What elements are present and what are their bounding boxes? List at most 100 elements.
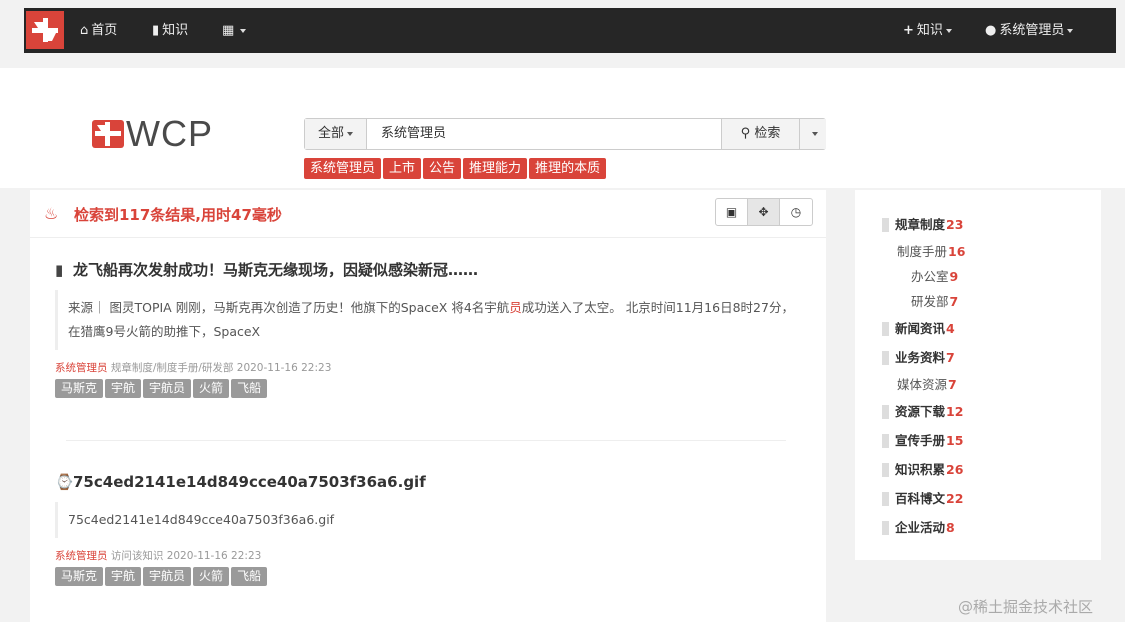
app-logo[interactable] bbox=[26, 11, 64, 49]
result-author[interactable]: 系统管理员 bbox=[55, 362, 108, 374]
clock-view-button[interactable]: ◷ bbox=[780, 199, 812, 225]
home-icon: ⌂ bbox=[80, 23, 89, 38]
result-tag[interactable]: 火箭 bbox=[193, 379, 230, 398]
category-name: 百科博文 bbox=[895, 491, 946, 506]
result-title: 龙飞船再次发射成功！马斯克无缘现场，因疑似感染新冠…… bbox=[73, 261, 479, 279]
category-name: 宣传手册 bbox=[895, 433, 946, 448]
nav-user-label: 系统管理员 bbox=[999, 23, 1065, 38]
category-name: 资源下载 bbox=[895, 404, 946, 419]
category-item[interactable]: 办公室9 bbox=[855, 264, 1101, 289]
results-summary: 检索到117条结果,用时47毫秒 bbox=[74, 206, 282, 224]
move-view-button[interactable]: ✥ bbox=[748, 199, 780, 225]
result-tag[interactable]: 马斯克 bbox=[55, 379, 104, 398]
result-meta: 系统管理员 访问该知识 2020-11-16 22:23 bbox=[55, 548, 815, 563]
category-item[interactable]: 企业活动8 bbox=[855, 513, 1101, 542]
category-marker bbox=[882, 491, 889, 506]
nav-apps-menu[interactable]: ▦ bbox=[222, 8, 247, 53]
result-item: ▮ 龙飞船再次发射成功！马斯克无缘现场，因疑似感染新冠…… 来源｜ 图灵TOPIA… bbox=[55, 258, 815, 398]
result-path[interactable]: 规章制度/制度手册/研发部 bbox=[111, 362, 234, 374]
top-navbar: ⌂ 首页 ▮ 知识 ▦ + 知识 ● 系统管理员 bbox=[24, 8, 1116, 53]
chevron-down-icon bbox=[811, 131, 818, 136]
result-tag[interactable]: 宇航 bbox=[105, 567, 142, 586]
clock-icon: ◷ bbox=[790, 205, 802, 219]
hot-tag[interactable]: 上市 bbox=[383, 158, 422, 179]
category-item[interactable]: 资源下载12 bbox=[855, 397, 1101, 426]
category-item[interactable]: 新闻资讯4 bbox=[855, 314, 1101, 343]
category-count: 7 bbox=[946, 350, 955, 365]
result-title: 75c4ed2141e14d849cce40a7503f36a6.gif bbox=[73, 473, 426, 491]
category-name: 新闻资讯 bbox=[895, 321, 946, 336]
category-count: 15 bbox=[946, 433, 964, 448]
result-tag[interactable]: 宇航 bbox=[105, 379, 142, 398]
category-count: 22 bbox=[946, 491, 964, 506]
category-item[interactable]: 宣传手册15 bbox=[855, 426, 1101, 455]
category-marker bbox=[882, 350, 889, 365]
category-item[interactable]: 媒体资源7 bbox=[855, 372, 1101, 397]
category-name: 办公室 bbox=[911, 269, 949, 284]
results-header: ♨ 检索到117条结果,用时47毫秒 ▣ ✥ ◷ bbox=[30, 190, 826, 238]
category-marker bbox=[882, 433, 889, 448]
category-name: 规章制度 bbox=[895, 217, 946, 232]
result-tag[interactable]: 宇航员 bbox=[143, 379, 192, 398]
result-tag[interactable]: 马斯克 bbox=[55, 567, 104, 586]
search-input[interactable] bbox=[367, 119, 721, 149]
hot-tag[interactable]: 推理的本质 bbox=[529, 158, 607, 179]
hot-tag[interactable]: 公告 bbox=[423, 158, 462, 179]
nav-user-menu[interactable]: ● 系统管理员 bbox=[985, 8, 1074, 53]
search-scope-dropdown[interactable]: 全部 bbox=[305, 119, 367, 149]
result-tag[interactable]: 飞船 bbox=[231, 567, 268, 586]
nav-home-label: 首页 bbox=[91, 23, 118, 38]
nav-knowledge[interactable]: ▮ 知识 bbox=[152, 8, 188, 53]
view-mode-toggle: ▣ ✥ ◷ bbox=[715, 198, 813, 226]
category-item[interactable]: 制度手册16 bbox=[855, 239, 1101, 264]
category-marker bbox=[882, 321, 889, 336]
category-item[interactable]: 知识积累26 bbox=[855, 455, 1101, 484]
result-tags: 马斯克 宇航 宇航员 火箭 飞船 bbox=[55, 379, 815, 398]
book-icon: ▮ bbox=[152, 23, 160, 38]
category-count: 16 bbox=[948, 244, 966, 259]
category-count: 7 bbox=[948, 377, 957, 392]
image-view-button[interactable]: ▣ bbox=[716, 199, 748, 225]
result-title-link[interactable]: ⌚75c4ed2141e14d849cce40a7503f36a6.gif bbox=[55, 470, 815, 494]
document-icon: ▮ bbox=[55, 261, 64, 279]
result-time: 2020-11-16 22:23 bbox=[166, 550, 262, 562]
category-sidebar: 规章制度23 制度手册16 办公室9 研发部7 新闻资讯4 业务资料7 媒体资源… bbox=[855, 190, 1101, 560]
category-item[interactable]: 研发部7 bbox=[855, 289, 1101, 314]
hot-tags: 系统管理员 上市 公告 推理能力 推理的本质 bbox=[304, 158, 608, 180]
user-icon: ● bbox=[985, 23, 997, 38]
nav-new-knowledge-label: 知识 bbox=[916, 23, 943, 38]
move-icon: ✥ bbox=[758, 205, 769, 219]
chevron-down-icon bbox=[945, 28, 952, 33]
search-icon: ⚲ bbox=[740, 126, 751, 141]
category-item[interactable]: 业务资料7 bbox=[855, 343, 1101, 372]
category-name: 企业活动 bbox=[895, 520, 946, 535]
category-marker bbox=[882, 217, 889, 232]
category-count: 23 bbox=[946, 217, 964, 232]
result-author[interactable]: 系统管理员 bbox=[55, 550, 108, 562]
result-item: ⌚75c4ed2141e14d849cce40a7503f36a6.gif 75… bbox=[55, 470, 815, 586]
category-name: 媒体资源 bbox=[897, 377, 948, 392]
category-count: 12 bbox=[946, 404, 964, 419]
result-tag[interactable]: 火箭 bbox=[193, 567, 230, 586]
nav-knowledge-label: 知识 bbox=[162, 23, 189, 38]
search-options-dropdown[interactable] bbox=[799, 119, 826, 149]
result-title-link[interactable]: ▮ 龙飞船再次发射成功！马斯克无缘现场，因疑似感染新冠…… bbox=[55, 258, 815, 282]
brand-wordmark: WCP bbox=[126, 113, 213, 154]
nav-home[interactable]: ⌂ 首页 bbox=[80, 8, 117, 53]
category-item[interactable]: 百科博文22 bbox=[855, 484, 1101, 513]
hot-tag[interactable]: 系统管理员 bbox=[304, 158, 382, 179]
result-excerpt: 75c4ed2141e14d849cce40a7503f36a6.gif bbox=[55, 502, 815, 538]
category-name: 制度手册 bbox=[897, 244, 948, 259]
result-tag[interactable]: 飞船 bbox=[231, 379, 268, 398]
category-item[interactable]: 规章制度23 bbox=[855, 210, 1101, 239]
chevron-down-icon bbox=[347, 131, 353, 136]
chevron-down-icon bbox=[1067, 28, 1074, 33]
category-name: 业务资料 bbox=[895, 350, 946, 365]
hot-tag[interactable]: 推理能力 bbox=[463, 158, 528, 179]
category-count: 8 bbox=[946, 520, 955, 535]
nav-new-knowledge[interactable]: + 知识 bbox=[903, 8, 952, 53]
search-button[interactable]: ⚲ 检索 bbox=[721, 119, 799, 149]
result-tag[interactable]: 宇航员 bbox=[143, 567, 192, 586]
result-path[interactable]: 访问该知识 bbox=[111, 550, 164, 562]
category-name: 知识积累 bbox=[895, 462, 946, 477]
